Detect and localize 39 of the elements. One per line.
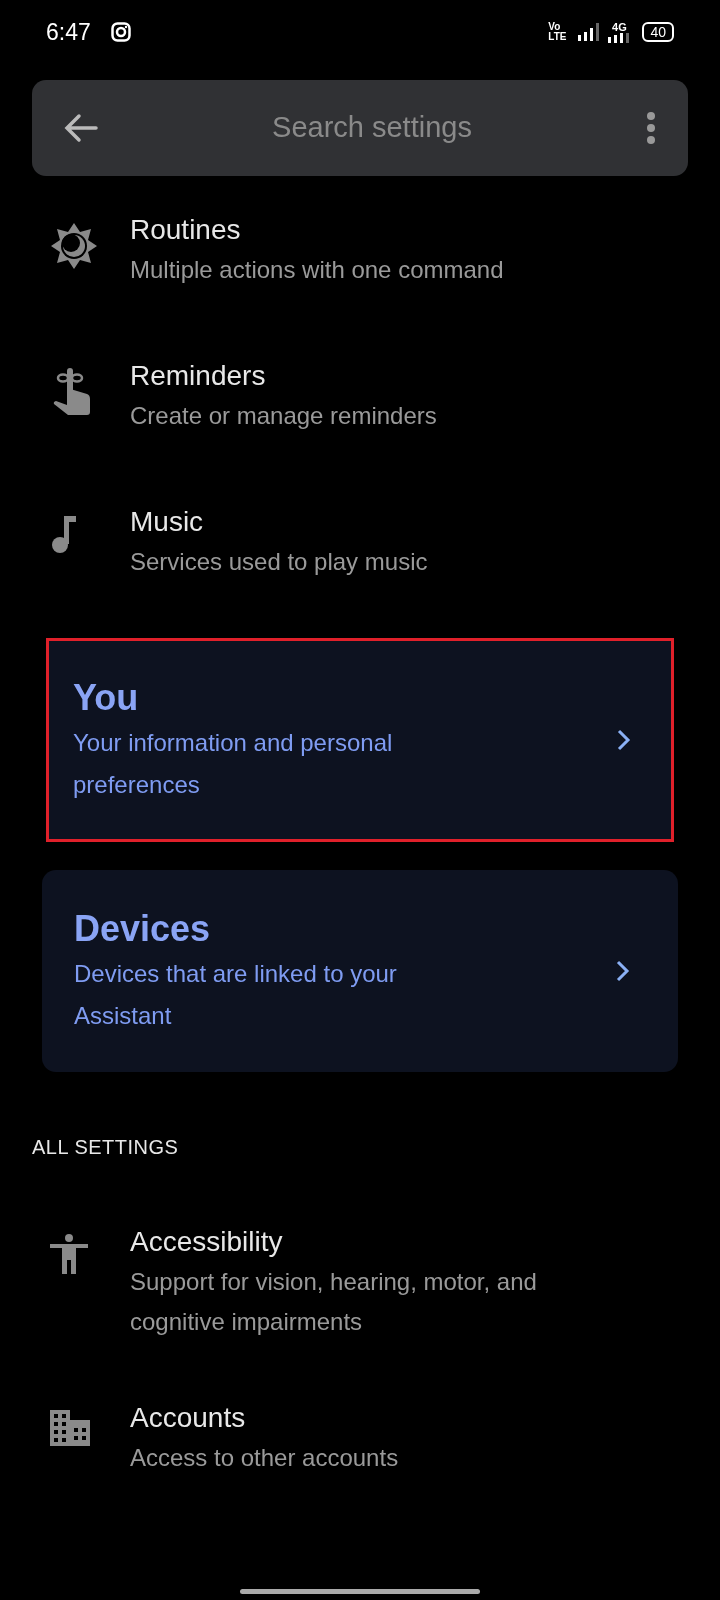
search-bar[interactable]: Search settings xyxy=(32,80,688,176)
sun-moon-icon xyxy=(50,222,98,270)
back-arrow-icon[interactable] xyxy=(64,113,98,143)
signal-icon xyxy=(578,23,601,41)
settings-item[interactable]: Routines Multiple actions with one command xyxy=(0,194,720,306)
settings-card[interactable]: Devices Devices that are linked to your Assistant xyxy=(42,870,678,1072)
settings-item[interactable]: Music Services used to play music xyxy=(0,486,720,598)
item-title: Accounts xyxy=(130,1401,247,1435)
battery-indicator: 40 xyxy=(642,22,674,42)
item-subtitle: Multiple actions with one command xyxy=(130,255,504,285)
chevron-right-icon xyxy=(616,960,630,982)
more-options-icon[interactable] xyxy=(646,112,656,144)
network-type: 4G xyxy=(612,21,627,33)
item-title: Accessibility xyxy=(130,1225,284,1259)
card-subtitle: Devices that are linked to your Assistant xyxy=(74,959,398,1031)
item-title: Reminders xyxy=(130,359,267,393)
item-title: Routines xyxy=(130,213,242,247)
item-title: Music xyxy=(130,505,205,539)
section-header: ALL SETTINGS xyxy=(32,1135,180,1160)
accessibility-icon xyxy=(50,1234,88,1274)
item-subtitle: Access to other accounts xyxy=(130,1443,399,1473)
card-title: You xyxy=(73,676,140,720)
settings-item[interactable]: Reminders Create or manage reminders xyxy=(0,340,720,452)
settings-card[interactable]: You Your information and personal preferences xyxy=(46,638,674,842)
signal-icon xyxy=(608,32,631,43)
music-note-icon xyxy=(50,514,78,554)
search-field[interactable]: Search settings xyxy=(98,106,646,150)
camera-app-icon xyxy=(110,22,131,42)
item-subtitle: Services used to play music xyxy=(130,547,428,577)
settings-item[interactable]: Accessibility Support for vision, hearing, motor, and cognitive impairments xyxy=(0,1206,720,1358)
clock: 6:47 xyxy=(46,17,91,47)
chevron-right-icon xyxy=(617,729,631,751)
volte-indicator: Vo LTE xyxy=(548,22,567,42)
building-icon xyxy=(50,1410,90,1446)
card-subtitle: Your information and personal preferences xyxy=(73,728,394,800)
item-subtitle: Support for vision, hearing, motor, and cognitive impairments xyxy=(130,1267,538,1337)
item-subtitle: Create or manage reminders xyxy=(130,401,437,431)
settings-item[interactable]: Accounts Access to other accounts xyxy=(0,1382,720,1494)
card-title: Devices xyxy=(74,907,212,951)
